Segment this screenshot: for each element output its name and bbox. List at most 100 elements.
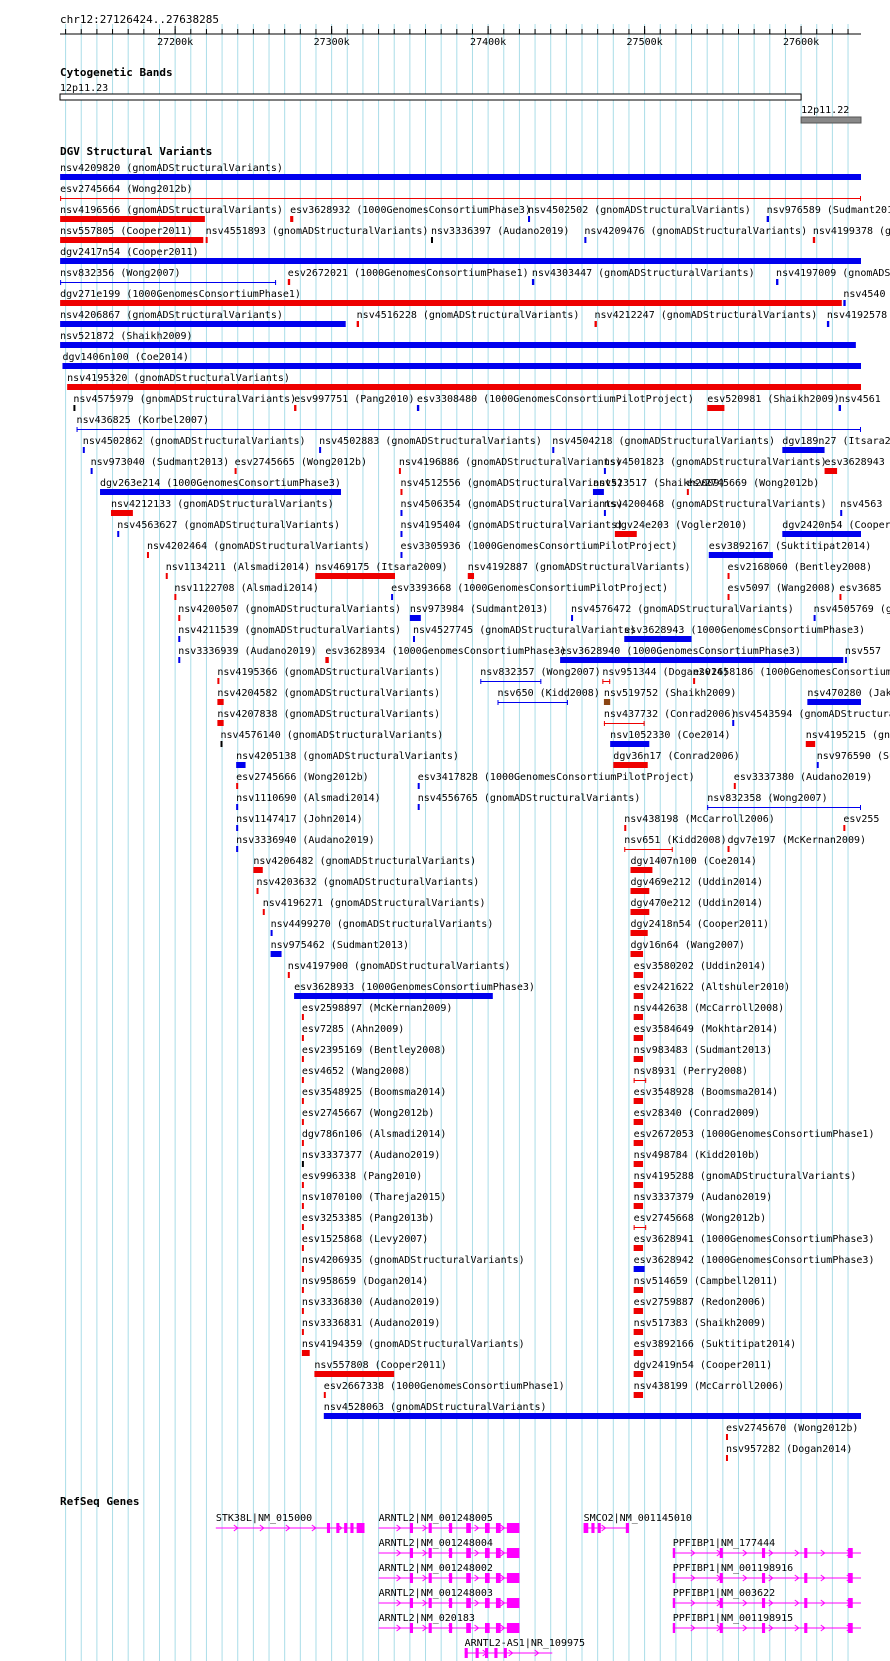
dgv-feature-bar <box>270 951 282 957</box>
gene-exon <box>591 1523 595 1533</box>
dgv-feature-bar <box>417 804 420 810</box>
dgv-feature-label: esv3393668 (1000GenomesConsortiumPilotPr… <box>391 583 668 594</box>
dgv-feature-cap <box>602 679 604 684</box>
gene-exon <box>448 1573 453 1583</box>
dgv-feature-label: nsv4195366 (gnomADStructuralVariants) <box>217 667 440 678</box>
dgv-feature-bar <box>686 489 689 495</box>
dgv-feature-bar <box>60 321 346 327</box>
dgv-feature-bar <box>633 972 644 978</box>
gene-exon <box>466 1523 471 1533</box>
gene-exon <box>475 1648 479 1658</box>
gene-label: ARNTL2|NM_001248005 <box>379 1513 493 1524</box>
dgv-feature-bar <box>843 300 846 306</box>
dgv-feature-bar <box>60 198 861 199</box>
dgv-feature-label: nsv1110690 (Alsmadi2014) <box>236 793 381 804</box>
dgv-feature-bar <box>633 1014 644 1020</box>
refseq-track: STK38L|NM_015000 ARNTL2|NM_001248005 SMCO2… <box>215 1513 861 1658</box>
dgv-feature-bar <box>584 237 587 243</box>
cytoband-label: 12p11.22 <box>801 105 849 116</box>
dgv-feature-bar <box>776 279 779 285</box>
dgv-feature-bar <box>592 489 604 495</box>
dgv-feature-label: nsv4197900 (gnomADStructuralVariants) <box>288 961 511 972</box>
ruler-tick-label: 27500k <box>627 37 663 48</box>
gene-exon <box>719 1573 723 1583</box>
dgv-feature-label: nsv4504218 (gnomADStructuralVariants) <box>552 436 775 447</box>
gene-label: STK38L|NM_015000 <box>216 1513 312 1524</box>
gene-exon <box>583 1523 589 1533</box>
dgv-feature-bar <box>301 1077 304 1083</box>
gene-label: ARNTL2|NM_001248003 <box>379 1588 493 1599</box>
gene-exon <box>448 1623 453 1633</box>
dgv-feature-bar <box>236 804 239 810</box>
dgv-feature-label: esv3308480 (1000GenomesConsortiumPilotPr… <box>417 394 694 405</box>
dgv-feature-label: esv7285 (Ahn2009) <box>302 1024 404 1035</box>
dgv-feature-label: nsv832357 (Wong2007) <box>480 667 600 678</box>
dgv-feature-label: esv3548925 (Boomsma2014) <box>302 1087 447 1098</box>
dgv-feature-bar <box>178 657 181 663</box>
dgv-feature-bar <box>110 510 133 516</box>
dgv-feature-label: esv3548928 (Boomsma2014) <box>634 1087 779 1098</box>
gene-exon <box>484 1598 490 1608</box>
gene-exon <box>761 1548 766 1558</box>
dgv-feature-bar <box>602 681 611 682</box>
dgv-feature-bar <box>805 741 816 747</box>
dgv-feature-bar <box>727 846 730 852</box>
dgv-feature-label: nsv4192578 <box>827 310 887 321</box>
dgv-feature-cap <box>633 1225 635 1230</box>
dgv-feature-bar <box>633 1119 644 1125</box>
dgv-feature-label: esv4652 (Wang2008) <box>302 1066 410 1077</box>
dgv-feature-bar <box>236 846 239 852</box>
gene-label: SMCO2|NM_001145010 <box>584 1513 692 1524</box>
dgv-feature-label: nsv4197009 (gnomADStructuralVariants) <box>776 268 890 279</box>
dgv-feature-bar <box>60 237 204 243</box>
gene-label: PPFIBP1|NM_003622 <box>673 1588 775 1599</box>
dgv-feature-bar <box>256 888 259 894</box>
cytoband-track-title: Cytogenetic Bands <box>60 66 173 79</box>
dgv-feature-label: nsv4206935 (gnomADStructuralVariants) <box>302 1255 525 1266</box>
dgv-feature-bar <box>301 1056 304 1062</box>
dgv-feature-bar <box>708 552 773 558</box>
dgv-feature-label: esv2672021 (1000GenomesConsortiumPhase1) <box>288 268 529 279</box>
dgv-feature-label: dgv189n27 (Itsara2009) <box>782 436 890 447</box>
ruler-axis: 27200k 27300k 27400k 27500k 27600k <box>60 26 861 48</box>
dgv-feature-label: nsv4303447 (gnomADStructuralVariants) <box>532 268 755 279</box>
dgv-feature-label: esv2421622 (Altshuler2010) <box>634 982 791 993</box>
dgv-feature-bar <box>633 1266 645 1272</box>
dgv-feature-label: nsv438199 (McCarroll2006) <box>634 1381 785 1392</box>
dgv-feature-bar <box>178 615 181 621</box>
dgv-feature-label: nsv4195320 (gnomADStructuralVariants) <box>67 373 290 384</box>
dgv-feature-bar <box>301 1308 304 1314</box>
dgv-feature-label: esv2745667 (Wong2012b) <box>302 1108 434 1119</box>
dgv-feature-label: esv2745668 (Wong2012b) <box>634 1213 766 1224</box>
dgv-feature-label: dgv469e212 (Uddin2014) <box>631 877 763 888</box>
dgv-feature-bar <box>603 699 611 705</box>
dgv-feature-label: dgv24e203 (Vogler2010) <box>615 520 747 531</box>
gene-exon <box>484 1623 490 1633</box>
dgv-feature-bar <box>117 531 120 537</box>
dgv-feature-bar <box>315 573 396 579</box>
dgv-feature-bar <box>707 807 861 808</box>
dgv-feature-label: nsv4561 <box>839 394 881 405</box>
dgv-feature-bar <box>603 510 606 516</box>
gene-exon <box>804 1623 808 1633</box>
dgv-feature-label: esv3628941 (1000GenomesConsortiumPhase3) <box>634 1234 875 1245</box>
dgv-feature-bar <box>633 1371 644 1377</box>
dgv-feature-bar <box>782 531 861 537</box>
gene-label: ARNTL2|NM_020183 <box>379 1613 475 1624</box>
dgv-feature-bar <box>727 594 730 600</box>
dgv-feature-bar <box>60 174 861 180</box>
dgv-feature-bar <box>398 468 401 474</box>
cytoband-label: 12p11.23 <box>60 83 108 94</box>
gene-exon <box>848 1623 853 1633</box>
dgv-feature-bar <box>610 741 650 747</box>
dgv-feature-bar <box>301 1161 304 1167</box>
dgv-feature-bar <box>594 321 597 327</box>
dgv-feature-bar <box>90 468 93 474</box>
gene-exon <box>484 1548 490 1558</box>
cytoband <box>800 116 862 124</box>
dgv-feature-cap <box>643 721 645 726</box>
dgv-feature-label: nsv4543594 (gnomADStructuralVariants) <box>732 709 890 720</box>
dgv-feature-label: esv3628934 (1000GenomesConsortiumPhase3) <box>325 646 566 657</box>
dgv-feature-label: nsv3336940 (Audano2019) <box>236 835 374 846</box>
dgv-feature-bar <box>62 363 861 369</box>
